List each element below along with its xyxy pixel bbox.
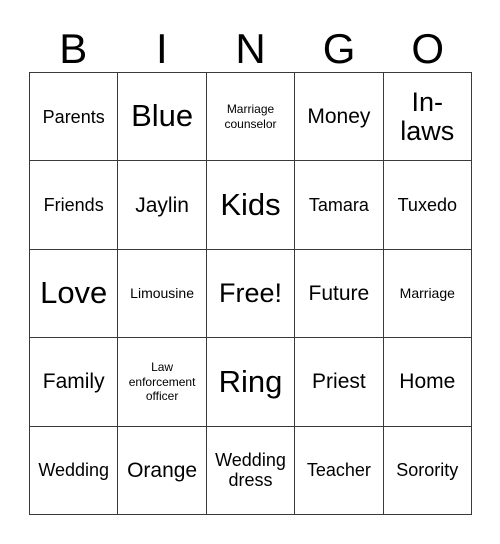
bingo-header-letter-n: N [235,25,266,72]
bingo-cell-label: Parents [42,106,105,127]
bingo-cell[interactable]: Family [30,338,119,427]
bingo-card: B I N G O Parents Blue Marriage counselor Money… [0,0,500,544]
bingo-cell-label: Family [42,370,105,394]
bingo-header-letter-o: O [411,25,444,72]
bingo-cell[interactable]: Tamara [295,161,384,250]
bingo-cell-label: Sorority [396,460,459,481]
bingo-cell[interactable]: Jaylin [118,161,207,250]
bingo-cell-label: Love [40,275,108,311]
bingo-cell[interactable]: Home [383,338,472,427]
bingo-cell-label: Wedding [38,460,110,481]
bingo-cell[interactable]: Money [295,73,384,162]
bingo-cell-label: Free! [218,277,282,308]
bingo-cell[interactable]: Law enforcement officer [118,338,207,427]
bingo-cell[interactable]: Wedding dress [206,426,296,515]
bingo-cell[interactable]: Future [295,249,384,339]
bingo-cell-label: Marriage [399,285,455,302]
bingo-cell-label: In-laws [400,86,455,146]
bingo-cell-label: Wedding dress [215,450,286,491]
bingo-cell-label: Ring [218,363,283,399]
bingo-cell-label: Blue [131,98,194,134]
bingo-cell-label: Priest [312,370,366,394]
bingo-cell[interactable]: Orange [118,426,207,515]
bingo-cell[interactable]: In-laws [383,73,472,162]
bingo-cell[interactable]: Ring [206,338,296,427]
bingo-cell-label: Money [307,105,371,129]
bingo-cell-label: Limousine [130,285,194,302]
bingo-cell-label: Law enforcement officer [128,360,196,404]
bingo-cell[interactable]: Priest [295,338,384,427]
bingo-cell[interactable]: Friends [30,161,119,250]
bingo-cell[interactable]: Love [30,249,119,339]
bingo-cell-label: Marriage counselor [224,102,277,131]
bingo-cell-label: Future [308,281,370,305]
bingo-cell[interactable]: Marriage [383,249,472,339]
bingo-cell[interactable]: Limousine [118,249,207,339]
bingo-cell[interactable]: Marriage counselor [206,73,296,162]
bingo-cell-label: Home [399,370,456,394]
bingo-cell[interactable]: Wedding [30,426,119,515]
bingo-cell[interactable]: Kids [206,161,296,250]
bingo-cell[interactable]: Blue [118,73,207,162]
bingo-cell[interactable]: Sorority [383,426,472,515]
bingo-cell[interactable]: Tuxedo [383,161,472,250]
bingo-grid: Parents Blue Marriage counselor Money In-law… [29,72,472,515]
bingo-cell-label: Tamara [308,195,369,216]
bingo-cell-label: Teacher [306,460,371,481]
bingo-cell-label: Orange [127,458,198,482]
bingo-cell-free-space[interactable]: Free! [206,249,296,339]
bingo-cell-label: Friends [43,195,104,216]
bingo-cell-label: Kids [220,186,281,222]
bingo-header-letter-b: B [59,25,88,72]
bingo-cell-label: Tuxedo [397,195,457,216]
bingo-cell[interactable]: Parents [30,73,119,162]
bingo-cell-label: Jaylin [135,193,189,217]
bingo-header-letter-i: I [156,25,168,72]
bingo-cell[interactable]: Teacher [295,426,384,515]
bingo-header-row: BINGO [29,14,472,72]
bingo-header-letter-g: G [322,25,356,72]
